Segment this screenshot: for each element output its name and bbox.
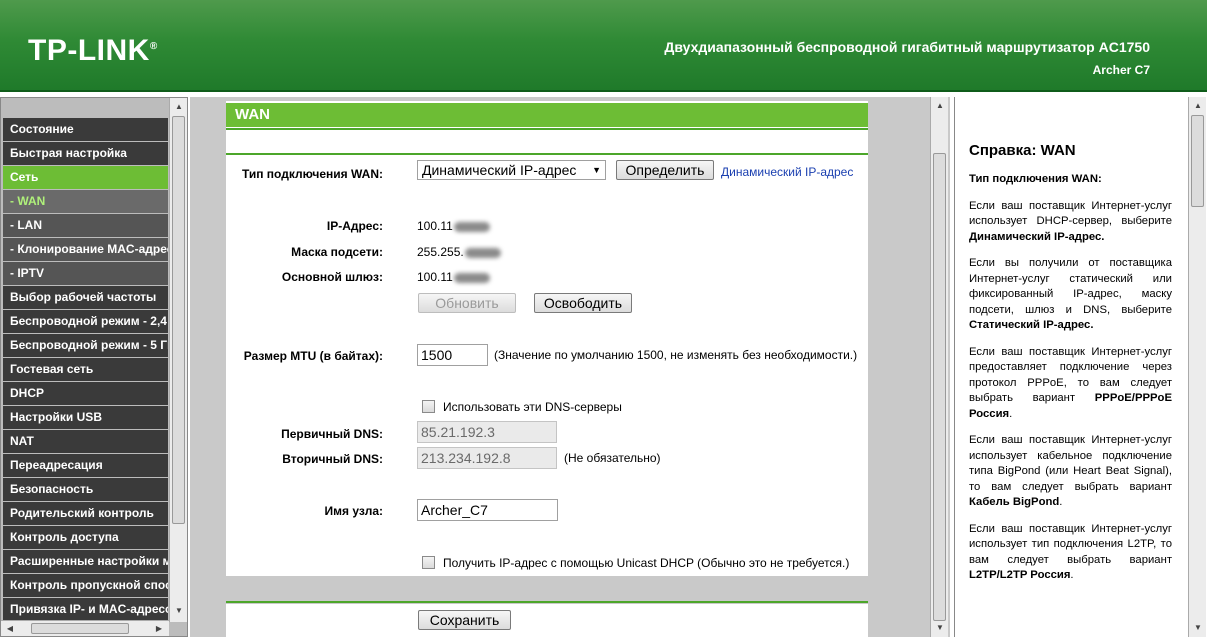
scroll-left-arrow-icon[interactable]: ◀ (2, 622, 18, 636)
primary-dns-input[interactable]: 85.21.192.3 (417, 421, 557, 443)
menu-vertical-scrollbar[interactable]: ▲ ▼ (169, 98, 187, 622)
unicast-dhcp-checkbox[interactable] (422, 556, 435, 569)
model-name: Archer C7 (1092, 63, 1150, 77)
menu-item-mac-clone[interactable]: - Клонирование MAC-адреса (3, 238, 168, 261)
menu-item-advanced-routing[interactable]: Расширенные настройки маршрутизации (3, 550, 168, 573)
menu-scroll-thumb[interactable] (172, 116, 185, 524)
menu-item-dhcp[interactable]: DHCP (3, 382, 168, 405)
help-paragraph: Если ваш поставщик Интернет-услуг исполь… (969, 522, 1172, 582)
mtu-note: (Значение по умолчанию 1500, не изменять… (494, 348, 858, 362)
secondary-dns-note: (Не обязательно) (564, 451, 661, 465)
save-button[interactable]: Сохранить (418, 610, 511, 630)
menu-item-band-select[interactable]: Выбор рабочей частоты (3, 286, 168, 309)
scroll-up-arrow-icon[interactable]: ▲ (1190, 99, 1206, 113)
wan-settings-panel: WAN Тип подключения WAN: Динамический IP… (226, 101, 868, 637)
help-paragraph: Если ваш поставщик Интернет-услуг предос… (969, 345, 1172, 420)
menu-item-bandwidth-control[interactable]: Контроль пропускной способности (3, 574, 168, 597)
scroll-down-arrow-icon[interactable]: ▼ (932, 621, 948, 635)
menu-item-guest-network[interactable]: Гостевая сеть (3, 358, 168, 381)
page-title: WAN (226, 103, 868, 127)
help-subtitle: Тип подключения WAN: (969, 173, 1102, 185)
wan-type-value: Динамический IP-адрес (422, 162, 577, 178)
hostname-label: Имя узла: (324, 504, 383, 518)
hostname-input[interactable]: Archer_C7 (417, 499, 558, 521)
redacted-blur (464, 247, 501, 258)
menu-item-ip-mac-binding[interactable]: Привязка IP- и MAC-адресов (3, 598, 168, 621)
scroll-up-arrow-icon[interactable]: ▲ (171, 100, 187, 114)
menu-item-parental-control[interactable]: Родительский контроль (3, 502, 168, 525)
menu-item-iptv[interactable]: - IPTV (3, 262, 168, 285)
menu-item-lan[interactable]: - LAN (3, 214, 168, 237)
menu-item-wireless-24[interactable]: Беспроводной режим - 2,4 ГГц (3, 310, 168, 333)
subnet-mask-label: Маска подсети: (291, 245, 383, 259)
tp-link-logo: TP-LINK® (28, 34, 158, 67)
use-dns-label: Использовать эти DNS-серверы (443, 400, 622, 414)
help-body: Тип подключения WAN: Если ваш поставщик … (969, 172, 1172, 595)
wan-type-select[interactable]: Динамический IP-адрес ▼ (417, 160, 606, 180)
gateway-label: Основной шлюз: (281, 270, 383, 284)
menu-item-security[interactable]: Безопасность (3, 478, 168, 501)
menu-item-wireless-5[interactable]: Беспроводной режим - 5 ГГц (3, 334, 168, 357)
secondary-dns-input[interactable]: 213.234.192.8 (417, 447, 557, 469)
help-scroll-thumb[interactable] (1191, 115, 1204, 207)
scroll-down-arrow-icon[interactable]: ▼ (1190, 621, 1206, 635)
redacted-blur (453, 272, 490, 283)
help-paragraph: Если ваш поставщик Интернет-услуг исполь… (969, 199, 1172, 243)
unicast-dhcp-label: Получить IP-адрес с помощью Unicast DHCP… (443, 556, 850, 570)
detected-type-text: Динамический IP-адрес (721, 165, 854, 179)
wan-type-label: Тип подключения WAN: (241, 167, 383, 181)
renew-button[interactable]: Обновить (418, 293, 516, 313)
scroll-down-arrow-icon[interactable]: ▼ (171, 604, 187, 618)
menu-item-wan[interactable]: - WAN (3, 190, 168, 213)
help-title: Справка: WAN (969, 142, 1076, 159)
menu-horizontal-scrollbar[interactable]: ◀ ▶ (1, 620, 169, 636)
release-button[interactable]: Освободить (534, 293, 632, 313)
menu-item-usb-settings[interactable]: Настройки USB (3, 406, 168, 429)
detect-button[interactable]: Определить (616, 160, 714, 180)
gateway-value: 100.11 (417, 270, 490, 284)
menu-item-status[interactable]: Состояние (3, 118, 168, 141)
menu-hscroll-thumb[interactable] (31, 623, 129, 634)
help-paragraph: Если ваш поставщик Интернет-услуг исполь… (969, 434, 1172, 508)
menu-item-forwarding[interactable]: Переадресация (3, 454, 168, 477)
ip-address-label: IP-Адрес: (326, 219, 383, 233)
menu-item-access-control[interactable]: Контроль доступа (3, 526, 168, 549)
help-paragraph: Если вы получили от поставщика Интернет-… (969, 257, 1172, 331)
menu-item-network[interactable]: Сеть (3, 166, 168, 189)
product-title: Двухдиапазонный беспроводной гигабитный … (664, 39, 1150, 55)
menu-item-nat[interactable]: NAT (3, 430, 168, 453)
menu-item-quick-setup[interactable]: Быстрая настройка (3, 142, 168, 165)
main-frame: WAN Тип подключения WAN: Динамический IP… (190, 97, 950, 637)
ip-address-value: 100.11 (417, 219, 490, 233)
main-vertical-scrollbar[interactable]: ▲ ▼ (930, 97, 948, 637)
primary-dns-label: Первичный DNS: (281, 427, 383, 441)
mtu-label: Размер MTU (в байтах): (243, 349, 383, 363)
help-frame: Справка: WAN Тип подключения WAN: Если в… (954, 97, 1207, 637)
header-banner: TP-LINK® Двухдиапазонный беспроводной ги… (0, 0, 1207, 92)
use-dns-checkbox[interactable] (422, 400, 435, 413)
mtu-input[interactable]: 1500 (417, 344, 488, 366)
menu-frame: Состояние Быстрая настройка Сеть - WAN -… (0, 97, 188, 637)
subnet-mask-value: 255.255. (417, 245, 501, 259)
footer-bar (226, 576, 868, 604)
redacted-blur (453, 221, 490, 232)
chevron-down-icon: ▼ (592, 165, 601, 175)
secondary-dns-label: Вторичный DNS: (282, 452, 383, 466)
scroll-up-arrow-icon[interactable]: ▲ (932, 99, 948, 113)
divider (226, 601, 868, 603)
main-scroll-thumb[interactable] (933, 153, 946, 621)
scroll-right-arrow-icon[interactable]: ▶ (151, 622, 167, 636)
help-vertical-scrollbar[interactable]: ▲ ▼ (1188, 97, 1206, 637)
divider (226, 153, 868, 155)
sidebar-menu: Состояние Быстрая настройка Сеть - WAN -… (3, 118, 168, 622)
divider (226, 128, 868, 130)
